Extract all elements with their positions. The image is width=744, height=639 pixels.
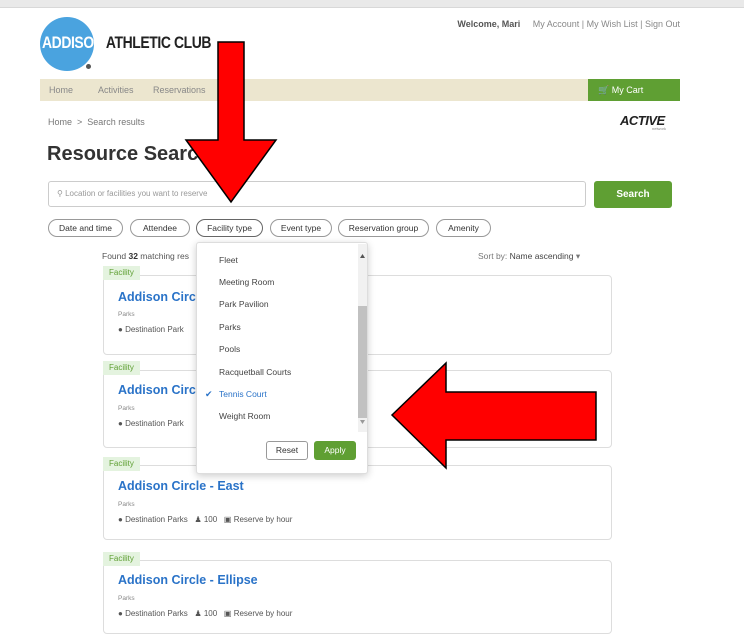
left-arrow-annotation (390, 361, 597, 470)
down-arrow-annotation (184, 41, 278, 204)
annotation-layer (184, 41, 597, 470)
